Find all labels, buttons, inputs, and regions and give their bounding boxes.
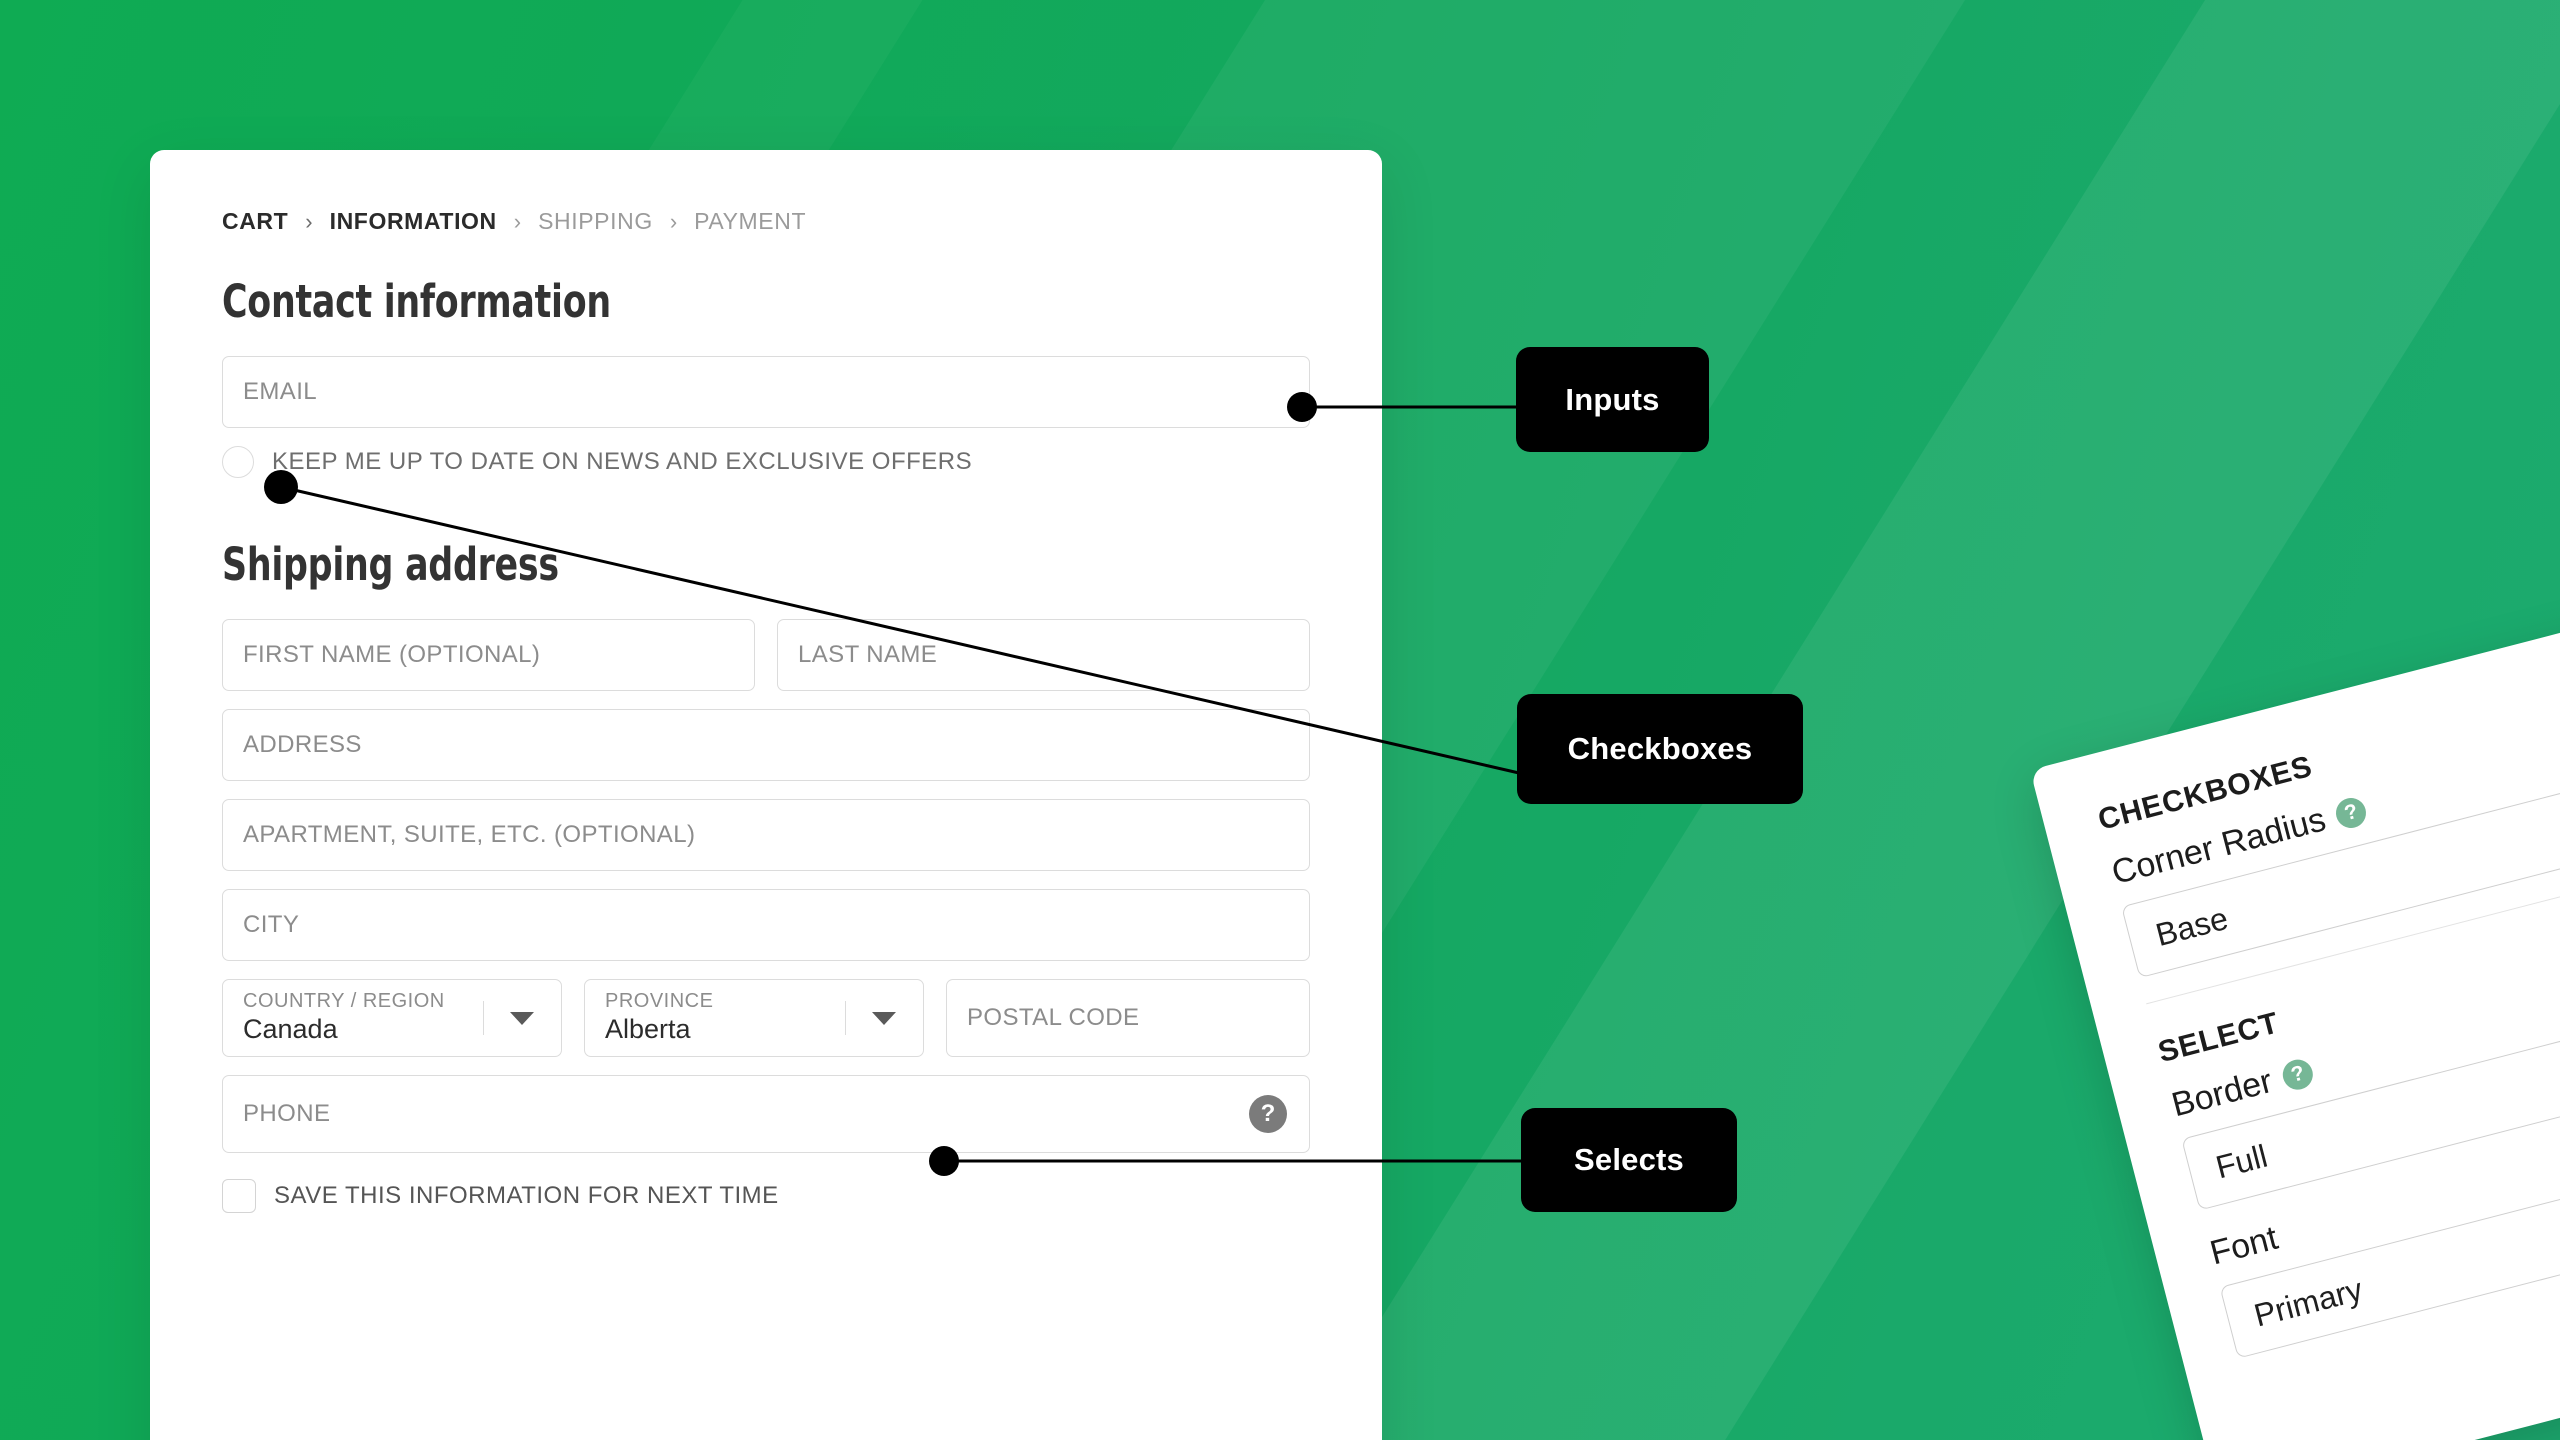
- screenshot-stage: CART › INFORMATION › SHIPPING › PAYMENT …: [0, 0, 2560, 1440]
- country-region-texts: COUNTRY / REGION Canada: [243, 990, 483, 1045]
- phone-placeholder: PHONE: [243, 1100, 331, 1127]
- help-icon[interactable]: ?: [2332, 794, 2370, 831]
- settings-panel: CHECKBOXES Corner Radius ? Base SELECT B…: [2030, 544, 2560, 1440]
- panel-label-text: Border: [2167, 1062, 2277, 1125]
- country-region-select[interactable]: COUNTRY / REGION Canada: [222, 979, 562, 1057]
- address-placeholder: ADDRESS: [243, 731, 362, 758]
- province-value: Alberta: [605, 1014, 691, 1045]
- country-region-label: COUNTRY / REGION: [243, 990, 445, 1013]
- panel-select-value: Base: [2151, 899, 2232, 953]
- breadcrumb-item-cart[interactable]: CART: [222, 208, 288, 235]
- newsletter-checkbox[interactable]: [222, 446, 254, 478]
- select-divider: [483, 1001, 484, 1035]
- save-info-checkbox-row[interactable]: SAVE THIS INFORMATION FOR NEXT TIME: [222, 1179, 1310, 1213]
- save-info-checkbox[interactable]: [222, 1179, 256, 1213]
- panel-label-text: Font: [2206, 1218, 2282, 1273]
- callout-inputs: Inputs: [1516, 347, 1709, 452]
- save-info-label: SAVE THIS INFORMATION FOR NEXT TIME: [274, 1182, 779, 1209]
- phone-field[interactable]: PHONE ?: [222, 1075, 1310, 1153]
- country-region-value: Canada: [243, 1014, 338, 1045]
- contact-information-title: Contact information: [222, 275, 611, 328]
- breadcrumb: CART › INFORMATION › SHIPPING › PAYMENT: [222, 208, 1310, 235]
- newsletter-label: KEEP ME UP TO DATE ON NEWS AND EXCLUSIVE…: [272, 448, 973, 475]
- email-field[interactable]: EMAIL: [222, 356, 1310, 428]
- chevron-right-icon: ›: [669, 208, 678, 234]
- first-name-placeholder: FIRST NAME (OPTIONAL): [243, 641, 541, 668]
- callout-checkboxes: Checkboxes: [1517, 694, 1803, 804]
- province-label: PROVINCE: [605, 990, 714, 1013]
- last-name-placeholder: LAST NAME: [798, 641, 938, 668]
- first-name-field[interactable]: FIRST NAME (OPTIONAL): [222, 619, 755, 691]
- email-placeholder: EMAIL: [243, 378, 318, 405]
- country-region-arrow-box[interactable]: [483, 980, 561, 1056]
- breadcrumb-item-information[interactable]: INFORMATION: [330, 208, 497, 235]
- apartment-placeholder: APARTMENT, SUITE, ETC. (OPTIONAL): [243, 821, 696, 848]
- postal-code-field[interactable]: POSTAL CODE: [946, 979, 1310, 1057]
- chevron-right-icon: ›: [513, 208, 522, 234]
- address-field[interactable]: ADDRESS: [222, 709, 1310, 781]
- region-row: COUNTRY / REGION Canada PROVINCE Alberta: [222, 979, 1310, 1057]
- apartment-field[interactable]: APARTMENT, SUITE, ETC. (OPTIONAL): [222, 799, 1310, 871]
- name-row: FIRST NAME (OPTIONAL) LAST NAME: [222, 619, 1310, 709]
- last-name-field[interactable]: LAST NAME: [777, 619, 1310, 691]
- city-placeholder: CITY: [243, 911, 300, 938]
- callout-selects: Selects: [1521, 1108, 1737, 1212]
- chevron-right-icon: ›: [305, 208, 313, 234]
- breadcrumb-item-payment[interactable]: PAYMENT: [694, 208, 806, 235]
- chevron-down-icon: [510, 1011, 534, 1025]
- panel-select-value: Full: [2211, 1137, 2271, 1185]
- help-icon[interactable]: ?: [2279, 1055, 2317, 1093]
- select-divider: [845, 1001, 846, 1035]
- shipping-address-title: Shipping address: [222, 538, 559, 591]
- province-texts: PROVINCE Alberta: [605, 990, 845, 1045]
- panel-select-value: Primary: [2250, 1270, 2366, 1334]
- checkout-card: CART › INFORMATION › SHIPPING › PAYMENT …: [150, 150, 1382, 1440]
- help-icon[interactable]: ?: [1249, 1095, 1287, 1133]
- newsletter-checkbox-row[interactable]: KEEP ME UP TO DATE ON NEWS AND EXCLUSIVE…: [222, 446, 1310, 478]
- province-arrow-box[interactable]: [845, 980, 923, 1056]
- province-select[interactable]: PROVINCE Alberta: [584, 979, 924, 1057]
- breadcrumb-item-shipping[interactable]: SHIPPING: [538, 208, 653, 235]
- chevron-down-icon: [872, 1011, 896, 1025]
- postal-code-placeholder: POSTAL CODE: [967, 1004, 1140, 1031]
- city-field[interactable]: CITY: [222, 889, 1310, 961]
